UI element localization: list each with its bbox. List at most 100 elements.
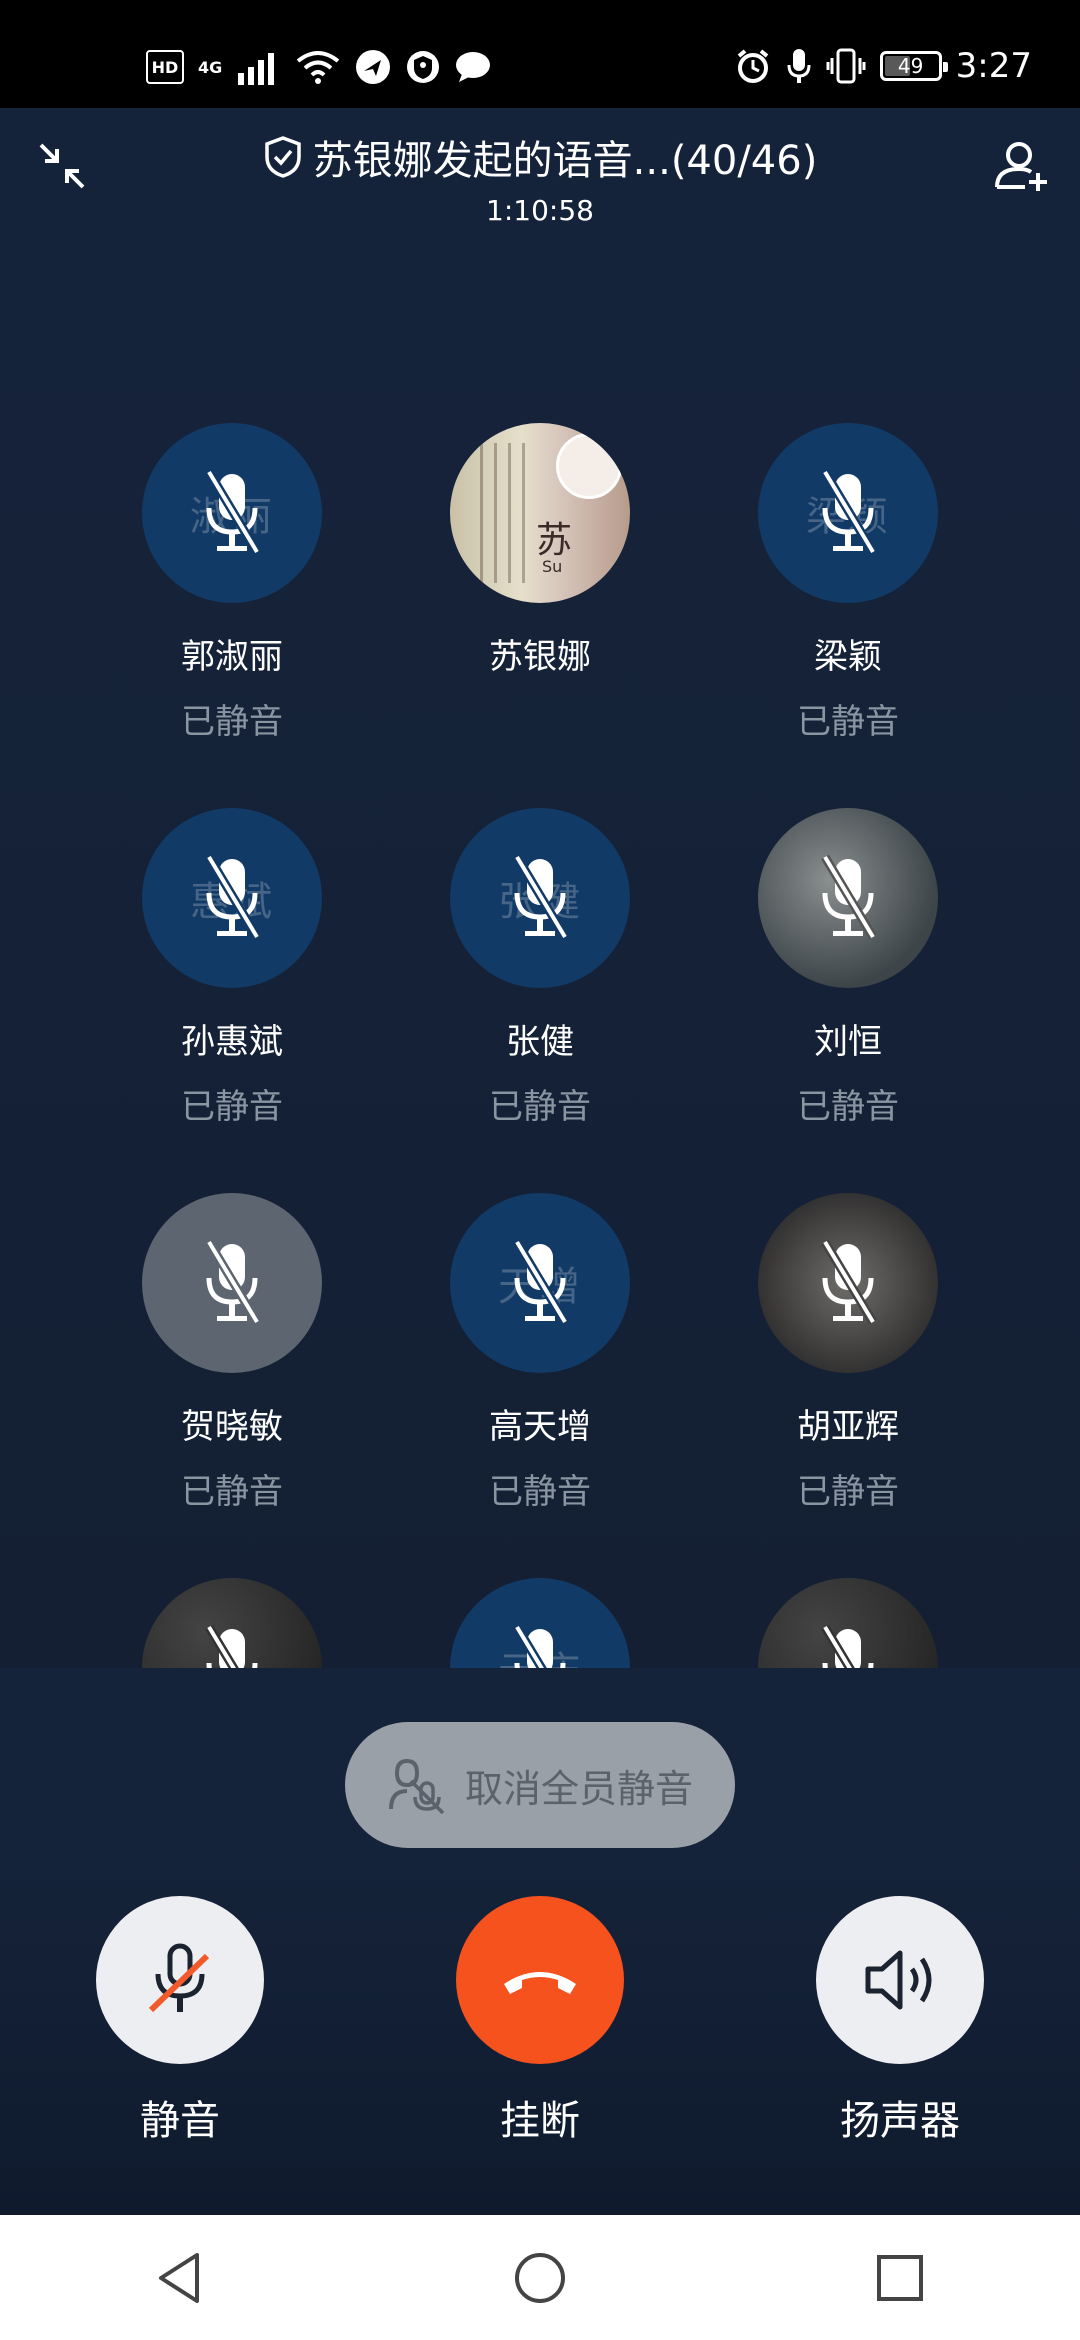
participant-card[interactable]: 胡亚辉 已静音 xyxy=(698,1193,998,1513)
participant-name: 高天增 xyxy=(489,1407,591,1447)
unmute-all-label: 取消全员静音 xyxy=(464,1766,693,1811)
nav-back-button[interactable] xyxy=(120,2218,240,2338)
mic-off-icon xyxy=(821,1624,874,1668)
participant-name: 刘恒 xyxy=(814,1022,882,1062)
hangup-label: 挂断 xyxy=(500,2098,580,2144)
avatar-subtext: Su xyxy=(542,557,563,576)
mic-off-icon xyxy=(205,854,261,940)
status-right: 49 3:27 xyxy=(734,40,1032,92)
participant-card[interactable]: 天增 高天增 已静音 xyxy=(390,1193,690,1513)
participant-state: 已静音 xyxy=(181,1087,283,1127)
hd-badge: HD xyxy=(146,50,184,84)
avatar-badge xyxy=(556,433,622,499)
participant-state: 已静音 xyxy=(181,702,283,742)
hangup-control: 挂断 xyxy=(420,1896,660,2146)
participant-state: 已静音 xyxy=(181,1472,283,1512)
participant-card[interactable]: 张健 张健 已静音 xyxy=(390,808,690,1128)
mic-off-icon xyxy=(513,1624,566,1668)
participant-state: 已静音 xyxy=(797,702,899,742)
minimize-button[interactable] xyxy=(26,130,98,202)
call-timer: 1:10:58 xyxy=(486,194,594,227)
phone-hangup-icon xyxy=(504,1972,576,1994)
avatar: 张健 xyxy=(450,808,630,988)
add-participant-button[interactable] xyxy=(986,130,1058,202)
participant-card[interactable]: 刘恒 已静音 xyxy=(698,808,998,1128)
participant-card[interactable] xyxy=(698,1578,998,1668)
vpn-shield-icon xyxy=(407,51,440,83)
wifi-icon xyxy=(297,51,340,84)
avatar xyxy=(142,1578,322,1668)
hd-text: HD xyxy=(151,57,179,77)
alarm-icon xyxy=(737,49,768,83)
status-left: HD 4G xyxy=(146,44,492,90)
battery-icon: 49 xyxy=(879,51,948,81)
participant-state: 已静音 xyxy=(489,1472,591,1512)
call-controls: 静音 挂断 扬声器 xyxy=(0,1850,1080,2215)
participant-card[interactable]: 梁颖 梁颖 已静音 xyxy=(698,423,998,743)
avatar xyxy=(142,1193,322,1373)
participant-name: 胡亚辉 xyxy=(797,1407,899,1447)
avatar xyxy=(758,808,938,988)
add-person-icon xyxy=(995,142,1047,191)
avatar-initials: 苏 xyxy=(536,520,573,561)
participant-state: 已静音 xyxy=(797,1472,899,1512)
circle-home-icon xyxy=(515,2252,565,2303)
mic-off-icon xyxy=(821,469,877,555)
mute-button[interactable] xyxy=(96,1896,264,2064)
participant-name: 苏银娜 xyxy=(489,637,591,677)
battery-level: 49 xyxy=(897,54,924,78)
mic-off-icon xyxy=(148,1943,210,2013)
speaker-button[interactable] xyxy=(816,1896,984,2064)
avatar xyxy=(758,1578,938,1668)
participant-name: 郭淑丽 xyxy=(181,637,283,677)
avatar: 梁颖 xyxy=(758,423,938,603)
avatar: 天增 xyxy=(450,1193,630,1373)
shield-check-icon xyxy=(264,136,301,178)
avatar: 淑丽 xyxy=(142,423,322,603)
collapse-arrows-icon xyxy=(39,143,85,189)
participant-name: 孙惠斌 xyxy=(181,1022,283,1062)
mic-status-icon xyxy=(787,49,811,83)
nav-home-button[interactable] xyxy=(480,2218,600,2338)
avatar: 惠斌 xyxy=(142,808,322,988)
nav-recent-button[interactable] xyxy=(840,2218,960,2338)
participant-card[interactable]: 元庆 xyxy=(390,1578,690,1668)
call-title: 苏银娜发起的语音...(40/46) xyxy=(312,138,818,184)
participant-state: 已静音 xyxy=(797,1087,899,1127)
signal-icon xyxy=(238,53,275,85)
avatar xyxy=(758,1193,938,1373)
system-nav-bar xyxy=(0,2215,1080,2340)
participant-card[interactable] xyxy=(82,1578,382,1668)
speaker-icon xyxy=(865,1950,932,2010)
participant-name: 张健 xyxy=(506,1022,574,1062)
participant-card[interactable]: 淑丽 郭淑丽 已静音 xyxy=(82,423,382,743)
square-recent-icon xyxy=(877,2254,923,2301)
mic-off-icon xyxy=(513,854,569,940)
participant-grid: 淑丽 郭淑丽 已静音 苏 Su 苏银娜 梁颖 梁颖 已静音 惠斌 孙惠斌 已静音 xyxy=(0,238,1080,1668)
participant-card[interactable]: 苏 Su 苏银娜 xyxy=(390,423,690,694)
chat-icon xyxy=(456,52,491,82)
status-bar: HD 4G 49 3:27 xyxy=(0,0,1080,108)
title-area: 苏银娜发起的语音...(40/46) 1:10:58 xyxy=(150,128,930,227)
mic-off-icon xyxy=(513,1239,569,1325)
call-header: 苏银娜发起的语音...(40/46) 1:10:58 xyxy=(0,108,1080,238)
avatar: 苏 Su xyxy=(450,423,630,603)
participant-name: 梁颖 xyxy=(814,637,882,677)
clock: 3:27 xyxy=(955,46,1032,86)
participant-card[interactable]: 贺晓敏 已静音 xyxy=(82,1193,382,1513)
mic-off-icon xyxy=(821,1239,877,1325)
hangup-button[interactable] xyxy=(456,1896,624,2064)
participant-card[interactable]: 惠斌 孙惠斌 已静音 xyxy=(82,808,382,1128)
triangle-back-icon xyxy=(159,2252,199,2303)
mute-label: 静音 xyxy=(140,2098,220,2144)
mute-control: 静音 xyxy=(60,1896,300,2146)
speaker-control: 扬声器 xyxy=(780,1896,1020,2146)
participant-state: 已静音 xyxy=(489,1087,591,1127)
app-notification-icon xyxy=(356,50,391,84)
participant-name: 贺晓敏 xyxy=(181,1407,283,1447)
mic-off-icon xyxy=(821,854,877,940)
avatar: 元庆 xyxy=(450,1578,630,1668)
mic-off-icon xyxy=(205,469,261,555)
unmute-all-button[interactable]: 取消全员静音 xyxy=(345,1722,735,1848)
mic-off-icon xyxy=(205,1624,258,1668)
